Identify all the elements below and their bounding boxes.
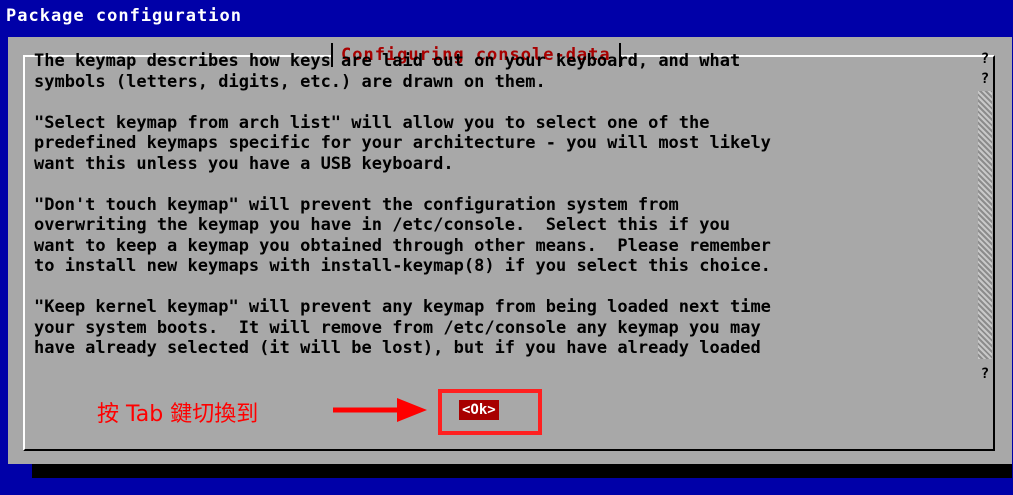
scroll-marker-top: ? <box>980 51 990 67</box>
arrow-icon <box>331 397 429 427</box>
scroll-marker-bottom: ? <box>980 366 990 382</box>
window-title: Package configuration <box>6 6 242 26</box>
scroll-marker-top-2: ? <box>980 71 990 87</box>
dialog-text: The keymap describes how keys are laid o… <box>34 51 771 358</box>
scrollbar-track[interactable] <box>978 91 992 359</box>
scrollbar[interactable]: ? ? ? <box>978 51 992 382</box>
ok-button[interactable]: <Ok> <box>459 400 499 420</box>
annotation-text: 按 Tab 鍵切換到 <box>97 402 259 427</box>
